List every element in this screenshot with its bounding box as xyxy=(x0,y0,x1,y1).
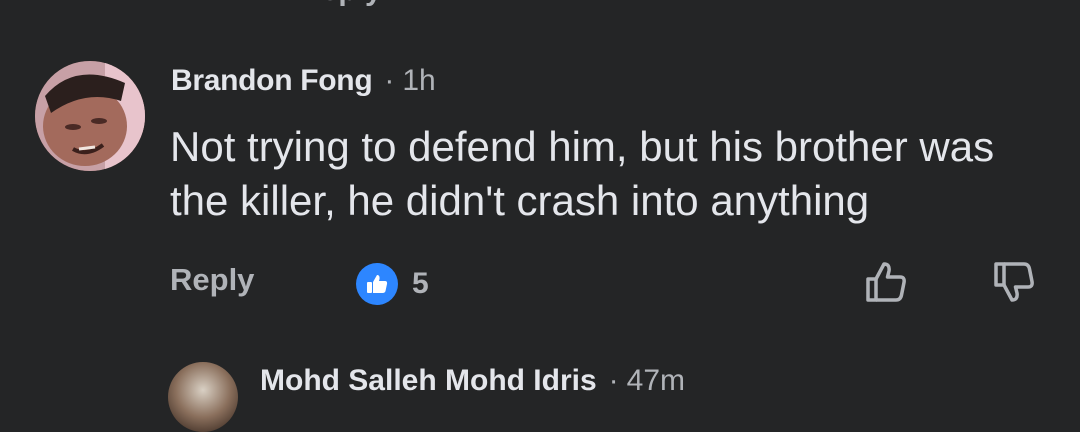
next-author-name[interactable]: Mohd Salleh Mohd Idris xyxy=(260,364,597,398)
like-count: 5 xyxy=(412,267,429,300)
reply-button[interactable]: Reply xyxy=(170,262,254,298)
avatar-photo xyxy=(35,61,145,171)
timestamp[interactable]: 1h xyxy=(402,64,435,98)
comment-text: Not trying to defend him, but his brothe… xyxy=(170,123,995,224)
next-avatar[interactable] xyxy=(168,362,238,432)
next-timestamp[interactable]: 47m xyxy=(627,364,685,398)
avatar[interactable] xyxy=(35,61,145,171)
comment-header: Brandon Fong · 1h xyxy=(171,60,436,102)
thumbs-up-button[interactable] xyxy=(860,256,912,308)
reaction-summary[interactable]: 5 xyxy=(356,262,429,306)
like-thumb-icon xyxy=(356,263,398,305)
author-name[interactable]: Brandon Fong xyxy=(171,64,373,98)
thumbs-up-outline-icon xyxy=(866,262,906,302)
next-separator-dot: · xyxy=(608,364,619,397)
next-comment-header: Mohd Salleh Mohd Idris · 47m xyxy=(260,364,685,398)
thumbs-down-button[interactable] xyxy=(988,256,1040,308)
separator-dot: · xyxy=(384,64,395,97)
thumbs-down-outline-icon xyxy=(994,262,1034,302)
comment: Brandon Fong · 1h Not trying to defend h… xyxy=(0,0,1080,330)
